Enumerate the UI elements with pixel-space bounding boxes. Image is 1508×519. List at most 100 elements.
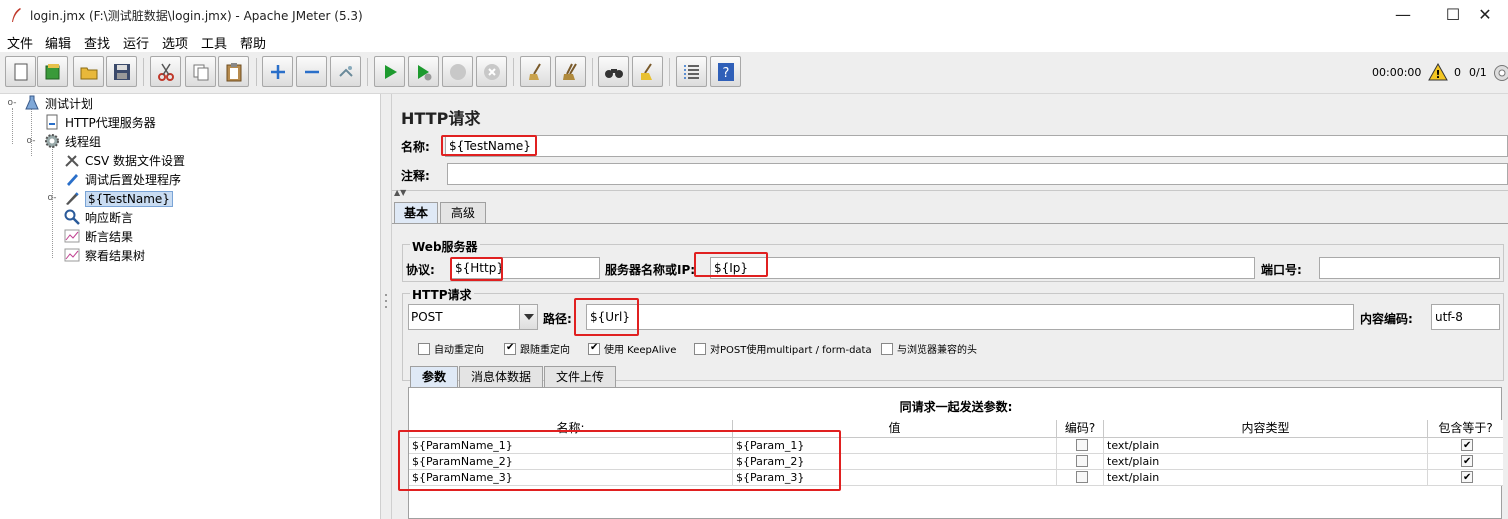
clear-button[interactable] bbox=[520, 56, 551, 87]
path-field[interactable]: ${Url} bbox=[586, 304, 1354, 330]
param-encode-cell[interactable] bbox=[1057, 454, 1104, 470]
method-select[interactable]: POST bbox=[408, 304, 538, 330]
encode-checkbox[interactable] bbox=[1075, 439, 1088, 451]
column-header-include-equals[interactable]: 包含等于? bbox=[1428, 420, 1503, 438]
encode-checkbox[interactable] bbox=[1075, 471, 1088, 483]
tree-node-thread-group[interactable]: 线程组 bbox=[44, 133, 101, 151]
test-plan-tree[interactable]: o- 测试计划 HTTP代理服务器 o- 线程组 CSV 数据文件设置 调试后置… bbox=[0, 94, 380, 519]
tab-parameters[interactable]: 参数 bbox=[410, 366, 458, 388]
function-helper-button[interactable] bbox=[676, 56, 707, 87]
tab-advanced[interactable]: 高级 bbox=[440, 202, 486, 224]
param-content-type-cell[interactable]: text/plain bbox=[1104, 454, 1428, 470]
name-field[interactable]: ${TestName} bbox=[445, 135, 1508, 157]
close-button[interactable]: ✕ bbox=[1462, 0, 1508, 30]
tree-node-csv-config[interactable]: CSV 数据文件设置 bbox=[64, 152, 185, 170]
include-equals-checkbox[interactable] bbox=[1461, 470, 1473, 485]
tab-basic[interactable]: 基本 bbox=[394, 202, 438, 224]
param-content-type-cell[interactable]: text/plain bbox=[1104, 470, 1428, 486]
param-name-cell[interactable]: ${ParamName_3} bbox=[409, 470, 733, 486]
checkbox[interactable] bbox=[418, 343, 430, 355]
server-field[interactable]: ${Ip} bbox=[710, 257, 1255, 279]
tree-node-results-tree[interactable]: 察看结果树 bbox=[64, 247, 145, 265]
checkbox[interactable] bbox=[504, 342, 516, 355]
comment-field[interactable] bbox=[447, 163, 1508, 185]
start-button[interactable] bbox=[374, 56, 405, 87]
checkbox[interactable] bbox=[694, 343, 706, 355]
param-content-type-cell[interactable]: text/plain bbox=[1104, 438, 1428, 454]
shutdown-button[interactable] bbox=[476, 56, 507, 87]
tree-node-test-plan[interactable]: 测试计划 bbox=[24, 95, 93, 113]
expand-toggle[interactable]: o- bbox=[47, 194, 57, 204]
clear-all-button[interactable] bbox=[555, 56, 586, 87]
stop-button[interactable] bbox=[442, 56, 473, 87]
multipart-option[interactable]: 对POST使用multipart / form-data bbox=[694, 341, 872, 356]
auto-redirect-option[interactable]: 自动重定向 bbox=[418, 341, 484, 356]
menu-file[interactable]: 文件 bbox=[7, 33, 33, 52]
menu-edit[interactable]: 编辑 bbox=[45, 33, 71, 52]
menu-options[interactable]: 选项 bbox=[162, 33, 188, 52]
checkbox[interactable] bbox=[588, 342, 600, 355]
toggle-icon bbox=[339, 66, 353, 77]
column-header-content-type[interactable]: 内容类型 bbox=[1104, 420, 1428, 438]
split-pane-divider[interactable] bbox=[380, 94, 392, 519]
encode-checkbox[interactable] bbox=[1075, 455, 1088, 467]
toolbar-separator bbox=[367, 58, 368, 86]
param-value-cell[interactable]: ${Param_3} bbox=[733, 470, 1057, 486]
expand-all-button[interactable] bbox=[262, 56, 293, 87]
encoding-field[interactable]: utf-8 bbox=[1431, 304, 1500, 330]
tree-node-proxy[interactable]: HTTP代理服务器 bbox=[44, 114, 156, 132]
cut-button[interactable] bbox=[150, 56, 181, 87]
new-button[interactable] bbox=[5, 56, 36, 87]
browser-headers-option[interactable]: 与浏览器兼容的头 bbox=[881, 341, 977, 356]
param-encode-cell[interactable] bbox=[1057, 470, 1104, 486]
param-include-equals-cell[interactable] bbox=[1428, 438, 1503, 454]
column-header-name[interactable]: 名称: bbox=[409, 420, 733, 438]
column-header-encode[interactable]: 编码? bbox=[1057, 420, 1104, 438]
param-include-equals-cell[interactable] bbox=[1428, 454, 1503, 470]
collapse-all-button[interactable] bbox=[296, 56, 327, 87]
tree-node-debug-postprocessor[interactable]: 调试后置处理程序 bbox=[64, 171, 181, 189]
toggle-button[interactable] bbox=[330, 56, 361, 87]
minimize-button[interactable]: — bbox=[1380, 0, 1426, 30]
menu-help[interactable]: 帮助 bbox=[240, 33, 266, 52]
port-field[interactable] bbox=[1319, 257, 1500, 279]
param-value-cell[interactable]: ${Param_1} bbox=[733, 438, 1057, 454]
menu-tools[interactable]: 工具 bbox=[201, 33, 227, 52]
column-header-value[interactable]: 值 bbox=[733, 420, 1057, 438]
tab-body-data[interactable]: 消息体数据 bbox=[459, 366, 543, 388]
tree-node-assertion-results[interactable]: 断言结果 bbox=[64, 228, 133, 246]
templates-button[interactable] bbox=[37, 56, 68, 87]
menu-search[interactable]: 查找 bbox=[84, 33, 110, 52]
collapse-arrows-icon[interactable]: ▲▼ bbox=[394, 188, 406, 197]
paste-button[interactable] bbox=[218, 56, 249, 87]
copy-button[interactable] bbox=[185, 56, 216, 87]
param-name-cell[interactable]: ${ParamName_1} bbox=[409, 438, 733, 454]
protocol-field[interactable]: ${Http} bbox=[451, 257, 600, 279]
tab-file-upload[interactable]: 文件上传 bbox=[544, 366, 616, 388]
tree-node-http-request[interactable]: ${TestName} bbox=[64, 190, 173, 208]
expand-toggle[interactable]: o- bbox=[26, 137, 36, 147]
tree-node-label: ${TestName} bbox=[85, 191, 173, 207]
open-button[interactable] bbox=[73, 56, 104, 87]
param-encode-cell[interactable] bbox=[1057, 438, 1104, 454]
chevron-down-icon[interactable] bbox=[519, 305, 537, 329]
checkbox[interactable] bbox=[881, 343, 893, 355]
encoding-label: 内容编码: bbox=[1360, 312, 1413, 326]
help-button[interactable]: ? bbox=[710, 56, 741, 87]
reset-search-button[interactable] bbox=[632, 56, 663, 87]
param-include-equals-cell[interactable] bbox=[1428, 470, 1503, 486]
save-button[interactable] bbox=[106, 56, 137, 87]
keepalive-option[interactable]: 使用 KeepAlive bbox=[588, 341, 676, 356]
search-button[interactable] bbox=[598, 56, 629, 87]
param-name-cell[interactable]: ${ParamName_2} bbox=[409, 454, 733, 470]
start-no-pauses-button[interactable] bbox=[408, 56, 439, 87]
tree-node-response-assertion[interactable]: 响应断言 bbox=[64, 209, 133, 227]
expand-toggle[interactable]: o- bbox=[7, 99, 17, 109]
menu-run[interactable]: 运行 bbox=[123, 33, 149, 52]
include-equals-checkbox[interactable] bbox=[1461, 438, 1473, 453]
warning-icon[interactable]: ! bbox=[1428, 63, 1448, 81]
follow-redirect-option[interactable]: 跟随重定向 bbox=[504, 341, 570, 356]
option-label: 使用 KeepAlive bbox=[604, 345, 677, 356]
param-value-cell[interactable]: ${Param_2} bbox=[733, 454, 1057, 470]
include-equals-checkbox[interactable] bbox=[1461, 454, 1473, 469]
